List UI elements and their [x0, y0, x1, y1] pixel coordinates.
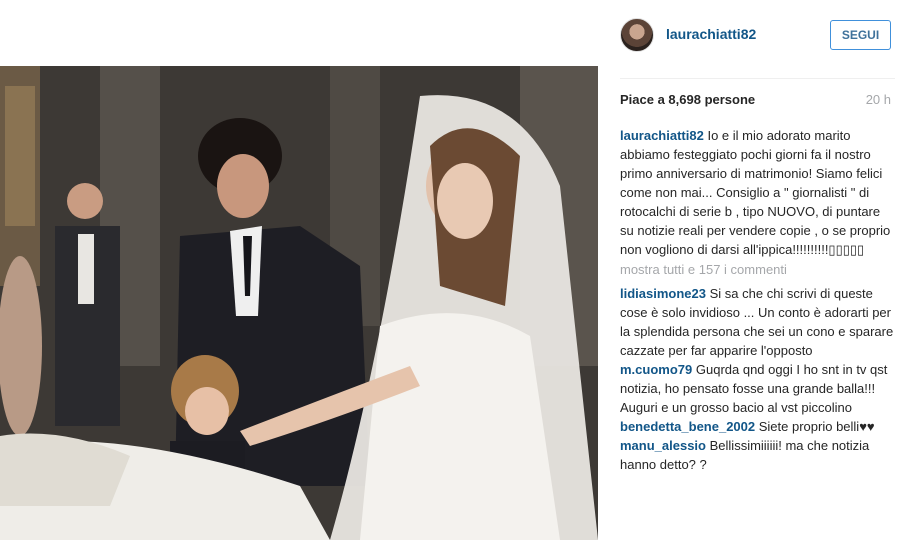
post-author-username[interactable]: laurachiatti82: [666, 26, 756, 42]
comments-list: laurachiatti82 Io e il mio adorato marit…: [620, 126, 895, 474]
likes-row: Piace a 8,698 persone 20 h: [620, 92, 891, 110]
post-sidebar: laurachiatti82 SEGUI Piace a 8,698 perso…: [600, 0, 900, 543]
caption-username[interactable]: laurachiatti82: [620, 128, 704, 143]
comment-text: Siete proprio belli♥♥: [758, 419, 875, 434]
comment-item: benedetta_bene_2002 Siete proprio belli♥…: [620, 417, 895, 436]
post-timestamp[interactable]: 20 h: [866, 92, 891, 107]
comment-item: m.cuomo79 Guqrda qnd oggi I ho snt in tv…: [620, 360, 895, 417]
comment-item: manu_alessio Bellissimiiiiii! ma che not…: [620, 436, 895, 474]
comment-username[interactable]: lidiasimone23: [620, 286, 706, 301]
caption: laurachiatti82 Io e il mio adorato marit…: [620, 126, 895, 259]
follow-button[interactable]: SEGUI: [830, 20, 891, 50]
profile-avatar-icon[interactable]: [620, 18, 654, 52]
post-header: laurachiatti82 SEGUI: [620, 16, 895, 56]
likes-count[interactable]: Piace a 8,698 persone: [620, 92, 755, 107]
comment-item: lidiasimone23 Si sa che chi scrivi di qu…: [620, 284, 895, 360]
post-photo-area: [0, 0, 600, 543]
post-photo[interactable]: [0, 66, 598, 540]
wedding-photo-illustration: [0, 66, 598, 540]
comment-username[interactable]: m.cuomo79: [620, 362, 692, 377]
comment-username[interactable]: benedetta_bene_2002: [620, 419, 755, 434]
show-all-comments-link[interactable]: mostra tutti e 157 i commenti: [620, 260, 895, 279]
caption-text: Io e il mio adorato marito abbiamo feste…: [620, 128, 891, 257]
header-divider: [620, 78, 895, 79]
comment-username[interactable]: manu_alessio: [620, 438, 706, 453]
